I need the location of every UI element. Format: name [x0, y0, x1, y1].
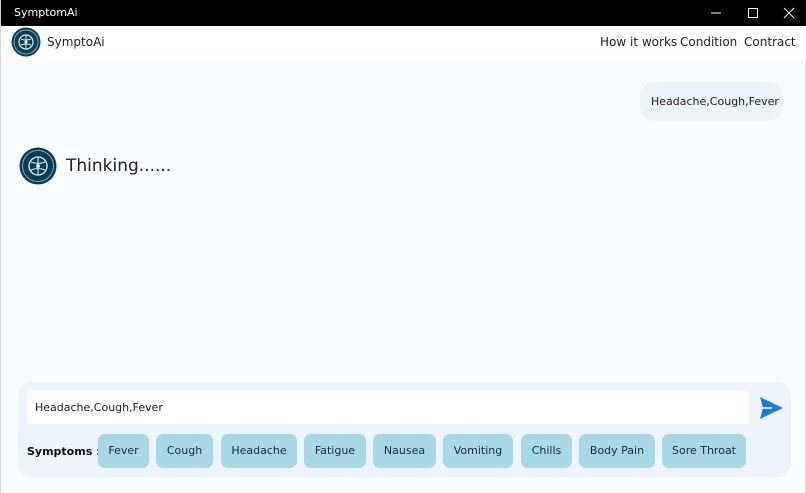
chip-cough[interactable]: Cough [156, 434, 213, 468]
app-window: SymptomAi SymptoAi How it works Conditio… [0, 0, 806, 493]
close-icon [783, 7, 795, 19]
minimize-button[interactable] [698, 0, 734, 26]
chip-headache[interactable]: Headache [221, 434, 297, 468]
chip-vomiting[interactable]: Vomiting [443, 434, 513, 468]
chip-sore-throat[interactable]: Sore Throat [662, 434, 746, 468]
user-message-bubble: Headache,Cough,Fever [640, 82, 783, 121]
app-header: SymptoAi How it works Condition Contract [1, 26, 806, 60]
symptoms-label: Symptoms : [27, 445, 101, 458]
maximize-icon [748, 8, 758, 18]
brain-logo-icon[interactable] [11, 27, 41, 57]
chip-nausea[interactable]: Nausea [373, 434, 436, 468]
close-button[interactable] [771, 0, 806, 26]
title-bar: SymptomAi [1, 0, 806, 26]
chip-fatigue[interactable]: Fatigue [304, 434, 366, 468]
chip-body-pain[interactable]: Body Pain [579, 434, 655, 468]
composer-panel: Symptoms : Fever Cough Headache Fatigue … [18, 382, 791, 477]
minimize-icon [711, 12, 721, 14]
window-title: SymptomAi [14, 6, 78, 19]
brand-name: SymptoAi [47, 35, 105, 49]
send-icon[interactable] [758, 395, 784, 421]
nav-how-it-works[interactable]: How it works [600, 35, 677, 49]
chip-chills[interactable]: Chills [521, 434, 572, 468]
bot-thinking-text: Thinking...... [66, 156, 172, 176]
bot-avatar-icon [19, 147, 57, 185]
symptom-input[interactable] [27, 391, 749, 424]
nav-contract[interactable]: Contract [744, 35, 796, 49]
chip-fever[interactable]: Fever [98, 434, 149, 468]
maximize-button[interactable] [735, 0, 771, 26]
nav-condition[interactable]: Condition [680, 35, 737, 49]
